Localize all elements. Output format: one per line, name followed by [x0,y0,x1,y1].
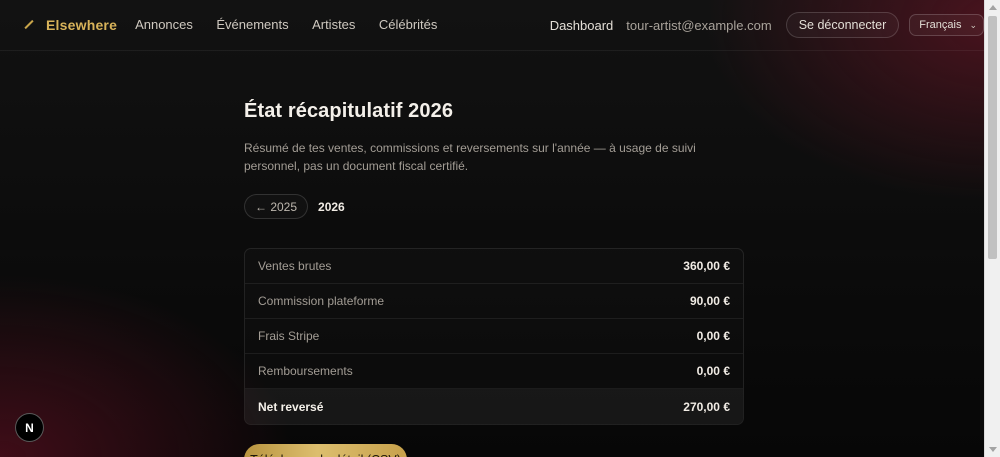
nav-link-celebrites[interactable]: Célébrités [379,17,438,32]
dashboard-link[interactable]: Dashboard [550,18,614,33]
row-value: 90,00 € [689,294,730,308]
language-select[interactable]: Français ⌄ [909,14,984,36]
user-email: tour-artist@example.com [626,17,772,33]
page-subtitle: Résumé de tes ventes, commissions et rev… [244,141,696,173]
table-row-platform-commission: Commission plateforme 90,00 € [245,284,743,319]
dev-tools-badge[interactable]: N [15,413,44,442]
total-value: 270,00 € [683,399,730,414]
logout-button[interactable]: Se déconnecter [785,12,900,38]
account-nav: Dashboard tour-artist@example.com Se déc… [550,12,984,38]
row-label: Remboursements [258,364,353,378]
nav-link-evenements[interactable]: Événements [216,17,288,32]
page-title: État récapitulatif 2026 [244,100,454,122]
language-value: Français [919,19,962,31]
previous-year-button[interactable]: ← 2025 [244,194,309,219]
download-csv-button[interactable]: Télécharger le détail (CSV) [244,444,407,457]
current-year: 2026 [318,199,345,214]
table-row-net-payout: Net reversé 270,00 € [245,389,743,424]
statement-section: État récapitulatif 2026 Résumé de tes ve… [244,100,744,457]
brand-logo-icon [24,20,34,30]
row-label: Commission plateforme [258,294,385,308]
row-value: 0,00 € [696,364,730,378]
row-value: 360,00 € [683,259,730,273]
brand[interactable]: Elsewhere [24,17,117,33]
summary-table: Ventes brutes 360,00 € Commission platef… [244,248,744,425]
table-row-stripe-fees: Frais Stripe 0,00 € [245,319,743,354]
nav-link-annonces[interactable]: Annonces [135,17,193,32]
brand-name[interactable]: Elsewhere [46,17,117,33]
row-label: Ventes brutes [258,259,332,273]
scroll-up-arrow-icon[interactable] [989,5,997,10]
table-row-refunds: Remboursements 0,00 € [245,354,743,389]
total-label: Net reversé [258,399,324,414]
scrollbar-thumb[interactable] [988,16,997,259]
row-value: 0,00 € [696,329,730,343]
top-navigation: Elsewhere Annonces Événements Artistes C… [0,0,984,51]
main-nav: Annonces Événements Artistes Célébrités [135,16,456,34]
page-scrollbar[interactable] [984,0,1000,457]
row-label: Frais Stripe [258,329,320,343]
table-row-gross-sales: Ventes brutes 360,00 € [245,249,743,284]
chevron-down-icon: ⌄ [969,19,977,30]
scroll-down-arrow-icon[interactable] [989,447,997,452]
year-switcher: ← 2025 2026 [244,194,744,219]
nav-link-artistes[interactable]: Artistes [312,17,355,32]
